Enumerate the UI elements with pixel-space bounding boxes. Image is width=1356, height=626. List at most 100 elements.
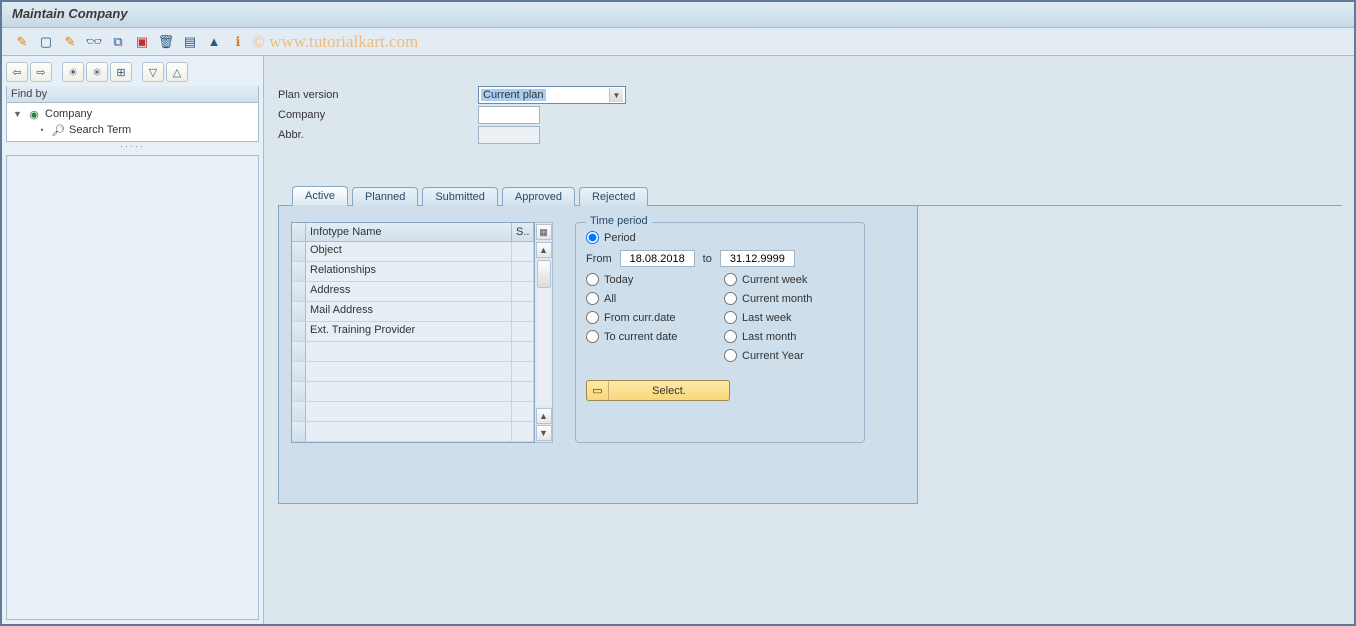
copy-icon[interactable]: ⧉: [108, 32, 128, 52]
person-icon[interactable]: ▲: [204, 32, 224, 52]
object-tree: ▼ ◉ Company • 🔎︎ Search Term: [6, 103, 259, 142]
table-scrollbar[interactable]: ▦ ▲ ▲ ▼: [535, 222, 553, 443]
row-handle[interactable]: [292, 342, 306, 361]
row-handle[interactable]: [292, 282, 306, 301]
scroll-up2-icon[interactable]: ▲: [536, 408, 552, 424]
from-date-input[interactable]: [620, 250, 695, 267]
tab-rejected[interactable]: Rejected: [579, 187, 648, 206]
radio-curr-week[interactable]: Current week: [724, 273, 854, 286]
infotype-table: Infotype Name S.. Object Relationships: [291, 222, 535, 443]
plan-version-select[interactable]: Current plan ▼: [478, 86, 626, 104]
radio-curr-month[interactable]: Current month: [724, 292, 854, 305]
sidebar: ⇦ ⇨ ☀ ✳ ⊞ ▽ △ Find by ▼ ◉ Company: [2, 56, 264, 624]
cell-empty: [512, 422, 534, 441]
tab-approved[interactable]: Approved: [502, 187, 575, 206]
tree-icon[interactable]: ⊞: [110, 62, 132, 82]
trash-icon[interactable]: 🗑︎: [156, 32, 176, 52]
settings-icon[interactable]: ▦: [536, 224, 552, 240]
new-doc-icon[interactable]: ▢: [36, 32, 56, 52]
table-row[interactable]: Relationships: [292, 262, 534, 282]
radio-curr-year-input[interactable]: [724, 349, 737, 362]
radio-curr-week-input[interactable]: [724, 273, 737, 286]
radio-last-month[interactable]: Last month: [724, 330, 854, 343]
radio-to-curr-label: To current date: [604, 331, 677, 343]
cell-status: [512, 282, 534, 301]
table-row[interactable]: Address: [292, 282, 534, 302]
select-icon[interactable]: ✳: [86, 62, 108, 82]
row-handle[interactable]: [292, 382, 306, 401]
scroll-thumb[interactable]: [537, 260, 551, 288]
to-date-input[interactable]: [720, 250, 795, 267]
company-label: Company: [278, 107, 478, 123]
tab-active[interactable]: Active: [292, 186, 348, 206]
radio-last-week-input[interactable]: [724, 311, 737, 324]
select-button[interactable]: ▭ Select.: [586, 380, 730, 401]
info-icon[interactable]: ℹ: [228, 32, 248, 52]
chevron-down-icon[interactable]: ▼: [13, 109, 23, 119]
sidebar-splitter[interactable]: ·····: [6, 142, 259, 152]
row-handle[interactable]: [292, 362, 306, 381]
table-row[interactable]: [292, 382, 534, 402]
scroll-down-icon[interactable]: ▼: [536, 425, 552, 441]
find-by-header: Find by: [6, 86, 259, 103]
scroll-up-icon[interactable]: ▲: [536, 242, 552, 258]
table-corner[interactable]: [292, 223, 306, 241]
radio-last-week[interactable]: Last week: [724, 311, 854, 324]
tab-planned[interactable]: Planned: [352, 187, 418, 206]
table-row[interactable]: Ext. Training Provider: [292, 322, 534, 342]
radio-curr-month-input[interactable]: [724, 292, 737, 305]
status-tabs: Active Planned Submitted Approved Reject…: [278, 184, 1342, 206]
col-status[interactable]: S..: [512, 223, 534, 241]
col-infotype-name[interactable]: Infotype Name: [306, 223, 512, 241]
tab-submitted[interactable]: Submitted: [422, 187, 498, 206]
overview-icon[interactable]: ▤: [180, 32, 200, 52]
radio-from-curr[interactable]: From curr.date: [586, 311, 716, 324]
pencil-icon[interactable]: ✎: [60, 32, 80, 52]
tree-node-company[interactable]: ▼ ◉ Company: [9, 106, 256, 122]
tree-node-search-term[interactable]: • 🔎︎ Search Term: [9, 122, 256, 138]
row-handle[interactable]: [292, 322, 306, 341]
table-row[interactable]: Mail Address: [292, 302, 534, 322]
abbr-input: [478, 126, 540, 144]
row-handle[interactable]: [292, 262, 306, 281]
table-row[interactable]: Object: [292, 242, 534, 262]
row-handle[interactable]: [292, 242, 306, 261]
content-area: Plan version Current plan ▼ Company Abbr…: [264, 56, 1354, 624]
row-handle[interactable]: [292, 422, 306, 441]
row-handle[interactable]: [292, 402, 306, 421]
sidebar-toolbar: ⇦ ⇨ ☀ ✳ ⊞ ▽ △: [6, 60, 259, 84]
radio-period[interactable]: Period: [586, 231, 716, 244]
scroll-track[interactable]: [537, 260, 551, 406]
abbr-label: Abbr.: [278, 127, 478, 143]
assign-icon[interactable]: ☀: [62, 62, 84, 82]
back-icon[interactable]: ⇦: [6, 62, 28, 82]
cell-empty: [306, 382, 512, 401]
from-label: From: [586, 253, 612, 265]
company-input[interactable]: [478, 106, 540, 124]
table-row[interactable]: [292, 362, 534, 382]
table-row[interactable]: [292, 342, 534, 362]
row-handle[interactable]: [292, 302, 306, 321]
radio-to-curr-input[interactable]: [586, 330, 599, 343]
radio-today-input[interactable]: [586, 273, 599, 286]
delimit-icon[interactable]: ▣: [132, 32, 152, 52]
time-period-legend: Time period: [586, 215, 652, 227]
forward-icon[interactable]: ⇨: [30, 62, 52, 82]
glasses-icon[interactable]: 👓︎: [84, 32, 104, 52]
table-row[interactable]: [292, 402, 534, 422]
radio-today[interactable]: Today: [586, 273, 716, 286]
radio-all-label: All: [604, 293, 616, 305]
wrench-icon[interactable]: ✎: [12, 32, 32, 52]
radio-all[interactable]: All: [586, 292, 716, 305]
table-row[interactable]: [292, 422, 534, 442]
radio-to-curr[interactable]: To current date: [586, 330, 716, 343]
cell-empty: [512, 402, 534, 421]
radio-period-input[interactable]: [586, 231, 599, 244]
radio-curr-year[interactable]: Current Year: [724, 349, 854, 362]
collapse-icon[interactable]: △: [166, 62, 188, 82]
radio-from-curr-input[interactable]: [586, 311, 599, 324]
cell-empty: [306, 362, 512, 381]
expand-icon[interactable]: ▽: [142, 62, 164, 82]
radio-all-input[interactable]: [586, 292, 599, 305]
radio-last-month-input[interactable]: [724, 330, 737, 343]
